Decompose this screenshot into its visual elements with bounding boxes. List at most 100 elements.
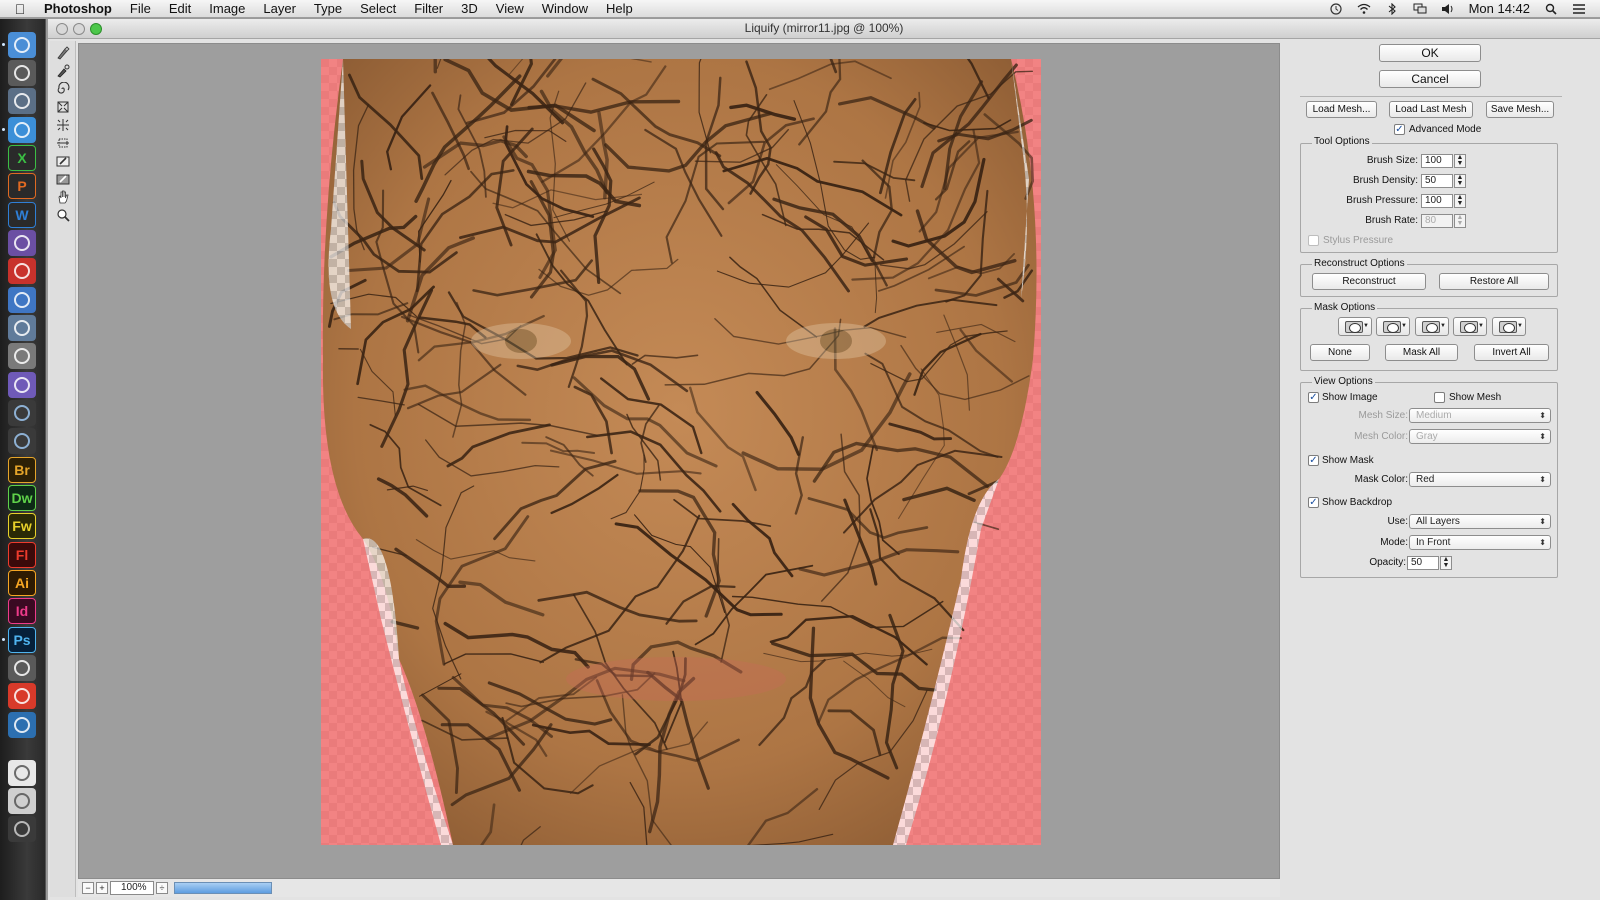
document-icon[interactable] [8,760,36,786]
menu-select[interactable]: Select [351,1,405,16]
menu-filter[interactable]: Filter [405,1,452,16]
word-icon[interactable]: W [8,202,36,228]
menu-3d[interactable]: 3D [452,1,487,16]
volume-icon[interactable] [1441,3,1455,15]
menu-layer[interactable]: Layer [254,1,305,16]
advanced-mode-checkbox[interactable]: ✓ [1394,124,1405,135]
intersect-with-selection-mask-button[interactable]: ▼ [1453,317,1487,336]
dreamweaver-icon[interactable]: Dw [8,485,36,511]
preview-icon[interactable] [8,315,36,341]
show-mesh-checkbox[interactable] [1434,392,1445,403]
zoom-menu-button[interactable]: ÷ [156,882,168,894]
add-to-selection-mask-button[interactable]: ▼ [1376,317,1410,336]
fireworks-icon[interactable]: Fw [8,513,36,539]
close-button[interactable] [56,23,68,35]
display-mirror-icon[interactable] [1413,3,1427,15]
acrobat-icon[interactable] [8,655,36,681]
imovie-icon[interactable] [8,287,36,313]
time-machine-icon[interactable] [1329,2,1343,15]
load-mesh-button[interactable]: Load Mesh... [1306,101,1377,118]
screen-share-icon[interactable] [8,712,36,738]
trash-icon[interactable] [8,816,36,842]
hand-tool[interactable] [54,189,72,205]
thaw-mask-tool[interactable] [54,171,72,187]
cancel-button[interactable]: Cancel [1379,70,1481,88]
liquify-canvas[interactable] [321,59,1041,845]
twirl-clockwise-tool[interactable] [54,81,72,97]
zoom-button[interactable] [90,23,102,35]
mask-color-select[interactable]: Red ⬍ [1409,472,1551,487]
mask-none-button[interactable]: None [1310,344,1370,361]
push-left-tool[interactable] [54,135,72,151]
apple-menu-icon[interactable]:  [0,1,40,17]
flash-pro-icon[interactable]: Fl [8,542,36,568]
stylus-pressure-checkbox[interactable] [1308,235,1319,246]
invert-selection-mask-button[interactable]: ▼ [1492,317,1526,336]
illustrator-icon[interactable]: Ai [8,570,36,596]
brush-size-stepper[interactable]: ▲ ▼ [1454,154,1466,168]
brush-pressure-input[interactable]: 100 [1421,194,1453,208]
preview-area[interactable] [78,43,1280,879]
spotlight-search-icon[interactable] [1544,3,1558,15]
wifi-icon[interactable] [1357,3,1371,15]
freeze-mask-tool[interactable] [54,153,72,169]
mask-all-button[interactable]: Mask All [1385,344,1458,361]
replace-selection-mask-button[interactable]: ▼ [1338,317,1372,336]
opacity-stepper[interactable]: ▲ ▼ [1440,556,1452,570]
zoom-tool[interactable] [54,207,72,223]
pdf-icon[interactable] [8,683,36,709]
finder-icon[interactable] [8,32,36,58]
bridge-icon[interactable]: Br [8,457,36,483]
menu-help[interactable]: Help [597,1,642,16]
menu-view[interactable]: View [487,1,533,16]
show-backdrop-checkbox[interactable]: ✓ [1308,497,1319,508]
load-last-mesh-button[interactable]: Load Last Mesh [1389,101,1473,118]
disk-utility-icon[interactable] [8,343,36,369]
menu-app-name[interactable]: Photoshop [40,1,121,16]
subtract-from-selection-mask-button[interactable]: ▼ [1415,317,1449,336]
flash-icon[interactable] [8,258,36,284]
bluetooth-icon[interactable] [1385,2,1399,15]
itunes-icon[interactable] [8,230,36,256]
photo-booth-icon[interactable] [8,372,36,398]
indesign-icon[interactable]: Id [8,598,36,624]
photoshop-icon[interactable]: Ps [8,627,36,653]
reconstruct-tool[interactable] [54,63,72,79]
menu-image[interactable]: Image [200,1,254,16]
minimize-button[interactable] [73,23,85,35]
launchpad-icon[interactable] [8,60,36,86]
show-image-checkbox[interactable]: ✓ [1308,392,1319,403]
mission-control-icon[interactable] [8,88,36,114]
photos-stack-icon[interactable] [8,788,36,814]
invert-all-button[interactable]: Invert All [1474,344,1549,361]
brush-density-stepper[interactable]: ▲ ▼ [1454,174,1466,188]
zoom-level-field[interactable]: 100% [110,881,154,895]
menu-file[interactable]: File [121,1,160,16]
notification-list-icon[interactable] [1572,3,1586,15]
network-icon[interactable] [8,400,36,426]
powerpoint-icon[interactable]: P [8,173,36,199]
show-mask-checkbox[interactable]: ✓ [1308,455,1319,466]
reconstruct-button[interactable]: Reconstruct [1312,273,1426,290]
brush-density-input[interactable]: 50 [1421,174,1453,188]
zoom-in-button[interactable]: + [96,882,108,894]
opacity-input[interactable]: 50 [1407,556,1439,570]
menu-edit[interactable]: Edit [160,1,200,16]
menu-type[interactable]: Type [305,1,351,16]
restore-all-button[interactable]: Restore All [1439,273,1549,290]
bluetooth-icon[interactable] [8,428,36,454]
safari-icon[interactable] [8,117,36,143]
bloat-tool[interactable] [54,117,72,133]
forward-warp-tool[interactable] [54,45,72,61]
pucker-tool[interactable] [54,99,72,115]
menu-clock[interactable]: Mon 14:42 [1469,1,1530,16]
menu-window[interactable]: Window [533,1,597,16]
zoom-out-button[interactable]: − [82,882,94,894]
ok-button[interactable]: OK [1379,44,1481,62]
mode-select[interactable]: In Front ⬍ [1409,535,1551,550]
excel-icon[interactable]: X [8,145,36,171]
brush-size-input[interactable]: 100 [1421,154,1453,168]
use-select[interactable]: All Layers ⬍ [1409,514,1551,529]
save-mesh-button[interactable]: Save Mesh... [1486,101,1554,118]
brush-pressure-stepper[interactable]: ▲ ▼ [1454,194,1466,208]
